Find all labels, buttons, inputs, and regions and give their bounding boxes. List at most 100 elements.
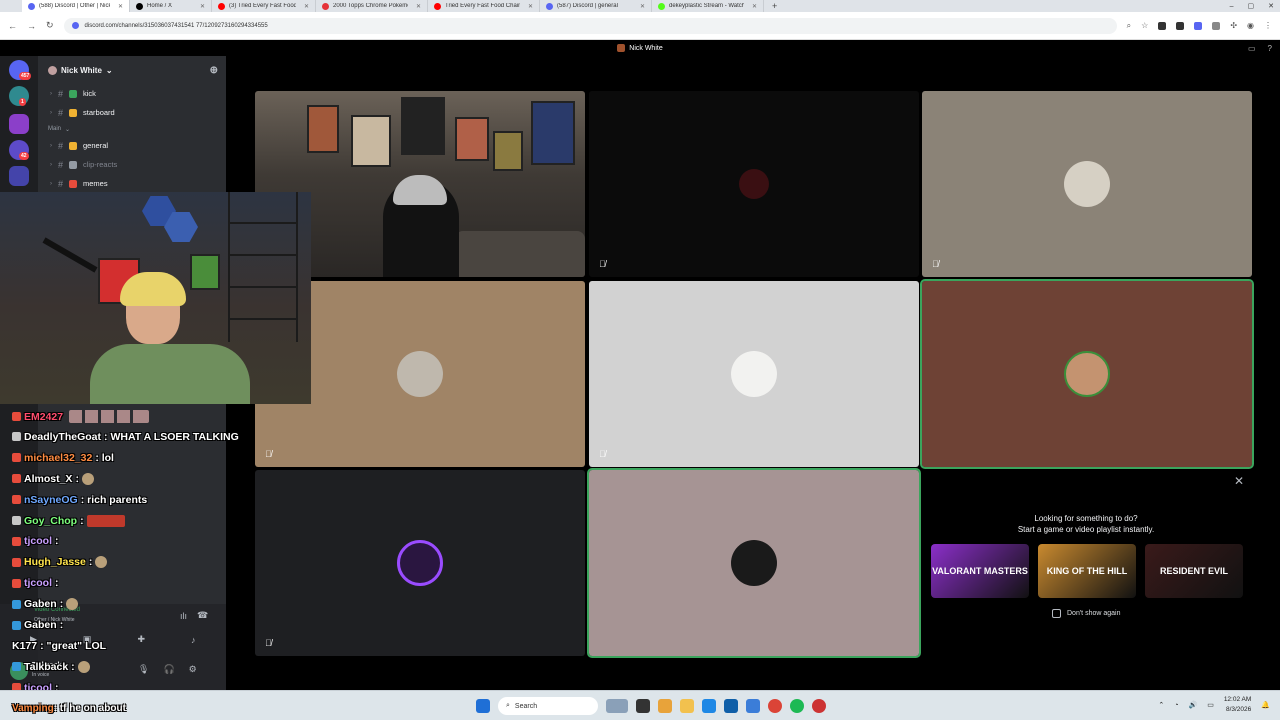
network-icon[interactable]: ◔ [1174, 702, 1178, 709]
category-name: Main [48, 126, 62, 132]
chat-message-row: Almost_X: [12, 472, 94, 485]
channel-item[interactable]: › # general [38, 136, 226, 155]
puzzle-icon[interactable]: ✣ [1230, 21, 1237, 30]
tab-close-icon[interactable]: ✕ [200, 3, 205, 10]
browser-tab[interactable]: Home / X ✕ [130, 0, 212, 12]
dont-show-again-checkbox[interactable]: Don't show again [1052, 609, 1120, 618]
task-view-icon[interactable] [636, 699, 650, 713]
tab-title: (587) Discord | general [557, 3, 618, 9]
close-icon[interactable]: ✕ [1234, 474, 1244, 488]
store-icon[interactable] [724, 699, 738, 713]
browser-address-bar: ← → ↻ discord.com/channels/3150360374315… [0, 12, 1280, 40]
chrome-icon[interactable] [768, 699, 782, 713]
spotify-icon[interactable] [790, 699, 804, 713]
app-icon[interactable] [746, 699, 760, 713]
volume-icon[interactable]: 🔊 [1188, 701, 1197, 709]
video-tile-participant[interactable]: 🎙̸ [922, 91, 1252, 277]
chat-emote-icon [95, 556, 108, 569]
channel-item[interactable]: › # kick [38, 84, 226, 103]
activity-card-label: RESIDENT EVIL [1159, 566, 1228, 576]
server-icon [617, 44, 626, 52]
chat-username: michael32_32 [24, 451, 93, 464]
checkbox-icon[interactable] [1052, 609, 1061, 618]
reload-icon[interactable]: ↻ [46, 20, 54, 31]
channel-item[interactable]: › # starboard [38, 103, 226, 122]
tab-close-icon[interactable]: ✕ [752, 3, 757, 10]
site-info-icon[interactable] [71, 22, 79, 29]
help-icon[interactable]: ? [1268, 44, 1272, 53]
server-name: Nick White [61, 65, 102, 75]
participant-avatar [731, 540, 777, 586]
chat-message-text: : "great" LOL [40, 639, 107, 652]
file-explorer-icon[interactable] [680, 699, 694, 713]
chevron-down-icon: ⌄ [105, 65, 113, 75]
menu-kebab-icon[interactable]: ⋮ [1264, 21, 1272, 30]
activity-card[interactable]: KING OF THE HILL [1038, 544, 1136, 598]
browser-tab[interactable]: (588) Discord | Other | Nick White ✕ [22, 0, 130, 12]
server-header[interactable]: Nick White ⌄ ⊕ [38, 56, 226, 84]
chat-message-text: : rich parents [80, 493, 148, 506]
video-tile-participant-speaking[interactable] [920, 279, 1254, 469]
inbox-icon[interactable]: ▭ [1248, 44, 1256, 53]
maximize-icon[interactable]: ▢ [1248, 2, 1255, 10]
chat-username: tjcool [24, 535, 52, 548]
close-window-icon[interactable]: ✕ [1268, 2, 1274, 10]
chat-message-row: michael32_32: lol [12, 452, 114, 464]
minimize-icon[interactable]: – [1230, 3, 1234, 10]
edge-icon[interactable] [702, 699, 716, 713]
tab-close-icon[interactable]: ✕ [304, 3, 309, 10]
widget-icon[interactable] [606, 699, 628, 713]
extension-icon[interactable] [1212, 21, 1221, 30]
tab-close-icon[interactable]: ✕ [118, 3, 123, 10]
tab-close-icon[interactable]: ✕ [416, 3, 421, 10]
tab-close-icon[interactable]: ✕ [640, 3, 645, 10]
browser-tab[interactable]: (3) Tried Every Fast Food Chain ✕ [212, 0, 316, 12]
profile-icon[interactable]: ◉ [1247, 21, 1254, 30]
video-tile-participant[interactable]: 🎙̸ [589, 91, 919, 277]
chat-badge-icon [12, 516, 21, 525]
channel-item[interactable]: › # memes [38, 174, 226, 193]
browser-tab[interactable]: 2000 Topps Chrome Pokemon ✕ [316, 0, 428, 12]
start-icon[interactable] [476, 699, 490, 713]
battery-icon[interactable]: ▭ [1207, 701, 1214, 709]
notification-bell-icon[interactable]: 🔔 [1261, 701, 1270, 709]
channel-emoji-icon [69, 179, 78, 188]
channel-name: starboard [83, 108, 115, 117]
browser-tab[interactable]: (587) Discord | general ✕ [540, 0, 652, 12]
browser-tab[interactable]: dekeyplastic Stream - Watch Live ✕ [652, 0, 764, 12]
activity-card[interactable]: VALORANT MASTERS [931, 544, 1029, 598]
chat-badge-icon [12, 578, 21, 588]
tray-chevron-icon[interactable]: ⌃ [1158, 701, 1164, 709]
unread-badge: 1 [19, 98, 26, 106]
back-icon[interactable]: ← [8, 21, 17, 31]
activity-card[interactable]: RESIDENT EVIL [1145, 544, 1243, 598]
chat-message-text: : [75, 472, 79, 485]
video-tile-participant[interactable]: 🎙̸ [589, 281, 919, 467]
zoom-icon[interactable]: ⌕ [1127, 21, 1131, 31]
extension-icon[interactable] [1176, 21, 1185, 30]
channel-item[interactable]: › # clip-reacts [38, 155, 226, 174]
channel-category[interactable]: Main ⌄ [38, 122, 226, 136]
chat-message: : tf he on about [53, 703, 126, 714]
new-tab-button[interactable]: + [772, 1, 777, 11]
invite-people-icon[interactable]: ⊕ [210, 65, 218, 76]
url-input[interactable]: discord.com/channels/315036037431541 77/… [63, 17, 1117, 34]
app-icon[interactable] [812, 699, 826, 713]
chat-username: Almost_X [24, 472, 73, 485]
taskbar-search-input[interactable]: ⌕ Search [498, 697, 598, 715]
video-tile-participant-speaking[interactable] [587, 468, 921, 658]
server-icon[interactable] [9, 166, 29, 186]
bookmark-star-icon[interactable]: ☆ [1141, 21, 1148, 30]
hashtag-icon: # [58, 88, 64, 99]
extension-icon[interactable] [1194, 21, 1203, 30]
system-clock[interactable]: 12:02 AM 8/3/2026 [1224, 695, 1251, 715]
extension-icon[interactable] [1158, 21, 1167, 30]
video-tile-participant[interactable]: 🎙̸ [255, 470, 585, 656]
copilot-icon[interactable] [658, 699, 672, 713]
tab-close-icon[interactable]: ✕ [528, 3, 533, 10]
forward-icon[interactable]: → [27, 21, 36, 31]
browser-tab[interactable]: Tried Every Fast Food Chain ✕ [428, 0, 540, 12]
chat-message-row: tjcool: [12, 535, 59, 547]
chat-badge-icon [12, 599, 21, 609]
server-icon[interactable] [9, 114, 29, 134]
